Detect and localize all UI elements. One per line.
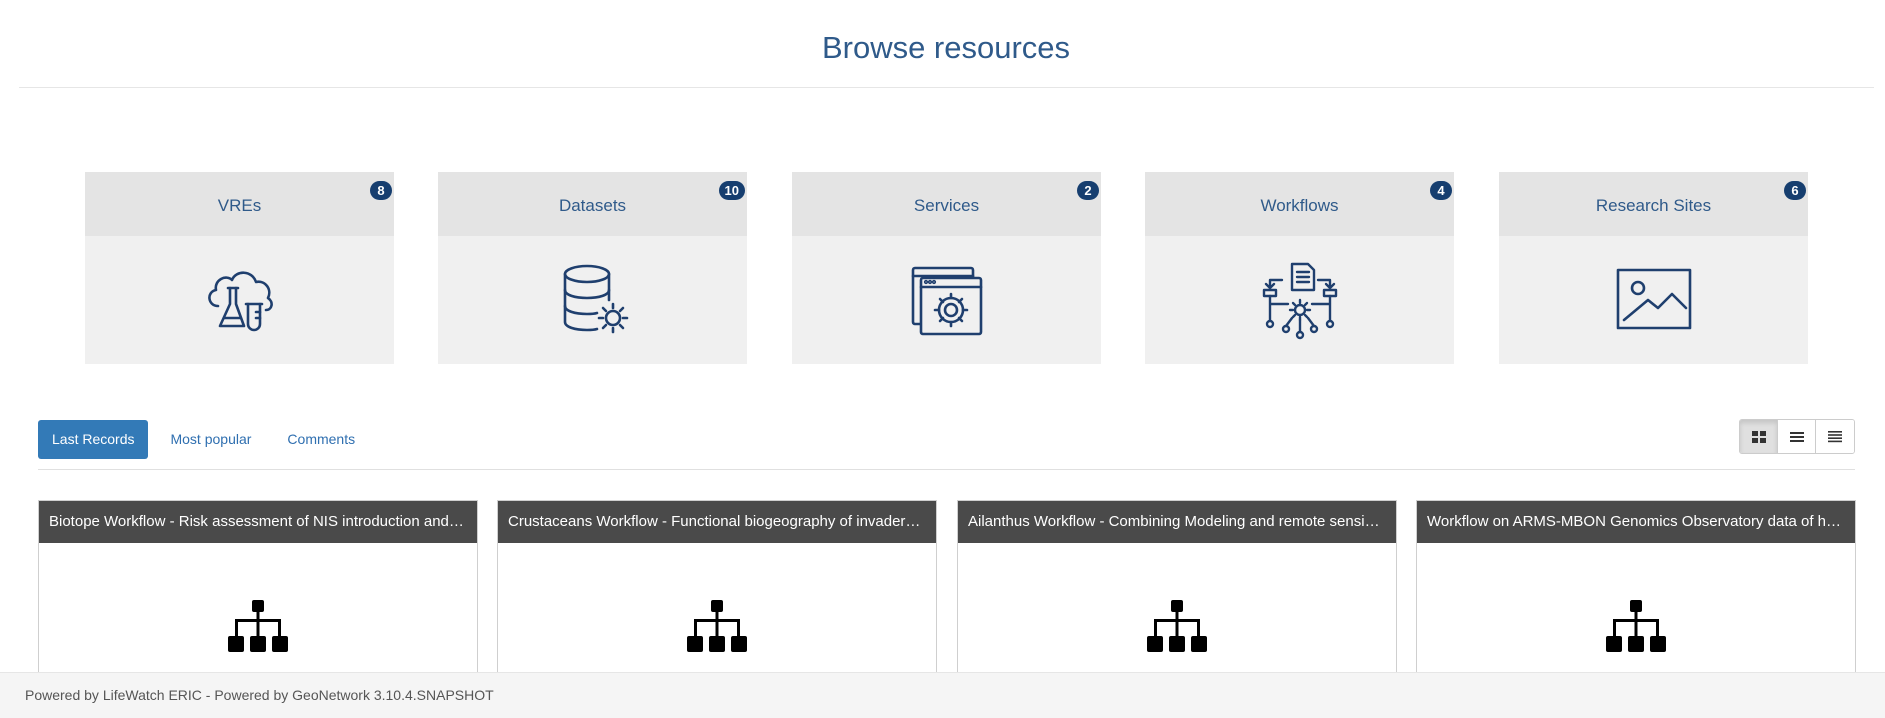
category-tile-datasets[interactable]: Datasets 10 <box>438 172 747 364</box>
sitemap-icon <box>1147 600 1207 652</box>
list-view-icon <box>1789 431 1804 442</box>
record-card[interactable]: Crustaceans Workflow - Functional biogeo… <box>497 500 937 690</box>
title-divider <box>19 87 1874 88</box>
records-tabs: Last Records Most popular Comments <box>38 420 377 459</box>
browser-gear-icon <box>911 266 982 336</box>
list-view-button[interactable] <box>1778 420 1816 453</box>
record-card[interactable]: Ailanthus Workflow - Combining Modeling … <box>957 500 1397 690</box>
record-title[interactable]: Workflow on ARMS-MBON Genomics Observato… <box>1417 501 1855 543</box>
sitemap-icon <box>687 600 747 652</box>
category-header: VREs <box>85 172 394 236</box>
category-label: VREs <box>217 196 262 215</box>
category-header: Services <box>792 172 1101 236</box>
count-badge: 8 <box>370 181 392 200</box>
count-badge: 6 <box>1784 181 1806 200</box>
category-label: Workflows <box>1260 196 1339 215</box>
category-header: Datasets <box>438 172 747 236</box>
category-tile-services[interactable]: Services 2 <box>792 172 1101 364</box>
page-title: Browse resources <box>821 30 1071 65</box>
tab-comments[interactable]: Comments <box>273 420 369 459</box>
category-header: Workflows <box>1145 172 1454 236</box>
category-tile-workflows[interactable]: Workflows 4 <box>1145 172 1454 364</box>
grid-view-icon <box>1751 430 1766 443</box>
compact-list-view-button[interactable] <box>1816 420 1854 453</box>
cloud-lab-flask-icon <box>207 271 273 332</box>
image-landscape-icon <box>1616 268 1691 330</box>
category-header: Research Sites <box>1499 172 1808 236</box>
count-badge: 2 <box>1077 181 1099 200</box>
record-title[interactable]: Biotope Workflow - Risk assessment of NI… <box>39 501 477 543</box>
tab-last-records[interactable]: Last Records <box>38 420 149 459</box>
count-badge: 10 <box>718 181 745 200</box>
record-card[interactable]: Workflow on ARMS-MBON Genomics Observato… <box>1416 500 1856 690</box>
database-gear-icon <box>563 264 628 334</box>
tab-most-popular[interactable]: Most popular <box>156 420 265 459</box>
category-tile-vres[interactable]: VREs 8 <box>85 172 394 364</box>
view-mode-toggle <box>1739 419 1855 454</box>
tabs-divider <box>38 469 1855 470</box>
sitemap-icon <box>228 600 288 652</box>
grid-view-button[interactable] <box>1740 420 1778 453</box>
record-title[interactable]: Crustaceans Workflow - Functional biogeo… <box>498 501 936 543</box>
compact-list-view-icon <box>1828 430 1842 442</box>
category-label: Research Sites <box>1595 196 1712 215</box>
category-tile-research-sites[interactable]: Research Sites 6 <box>1499 172 1808 364</box>
category-label: Services <box>913 196 980 215</box>
footer-text: Powered by LifeWatch ERIC - Powered by G… <box>25 687 494 703</box>
page-footer: Powered by LifeWatch ERIC - Powered by G… <box>0 672 1885 718</box>
workflow-network-icon <box>1262 262 1337 340</box>
count-badge: 4 <box>1430 181 1452 200</box>
record-title[interactable]: Ailanthus Workflow - Combining Modeling … <box>958 501 1396 543</box>
sitemap-icon <box>1606 600 1666 652</box>
record-card[interactable]: Biotope Workflow - Risk assessment of NI… <box>38 500 478 690</box>
category-label: Datasets <box>558 196 627 215</box>
